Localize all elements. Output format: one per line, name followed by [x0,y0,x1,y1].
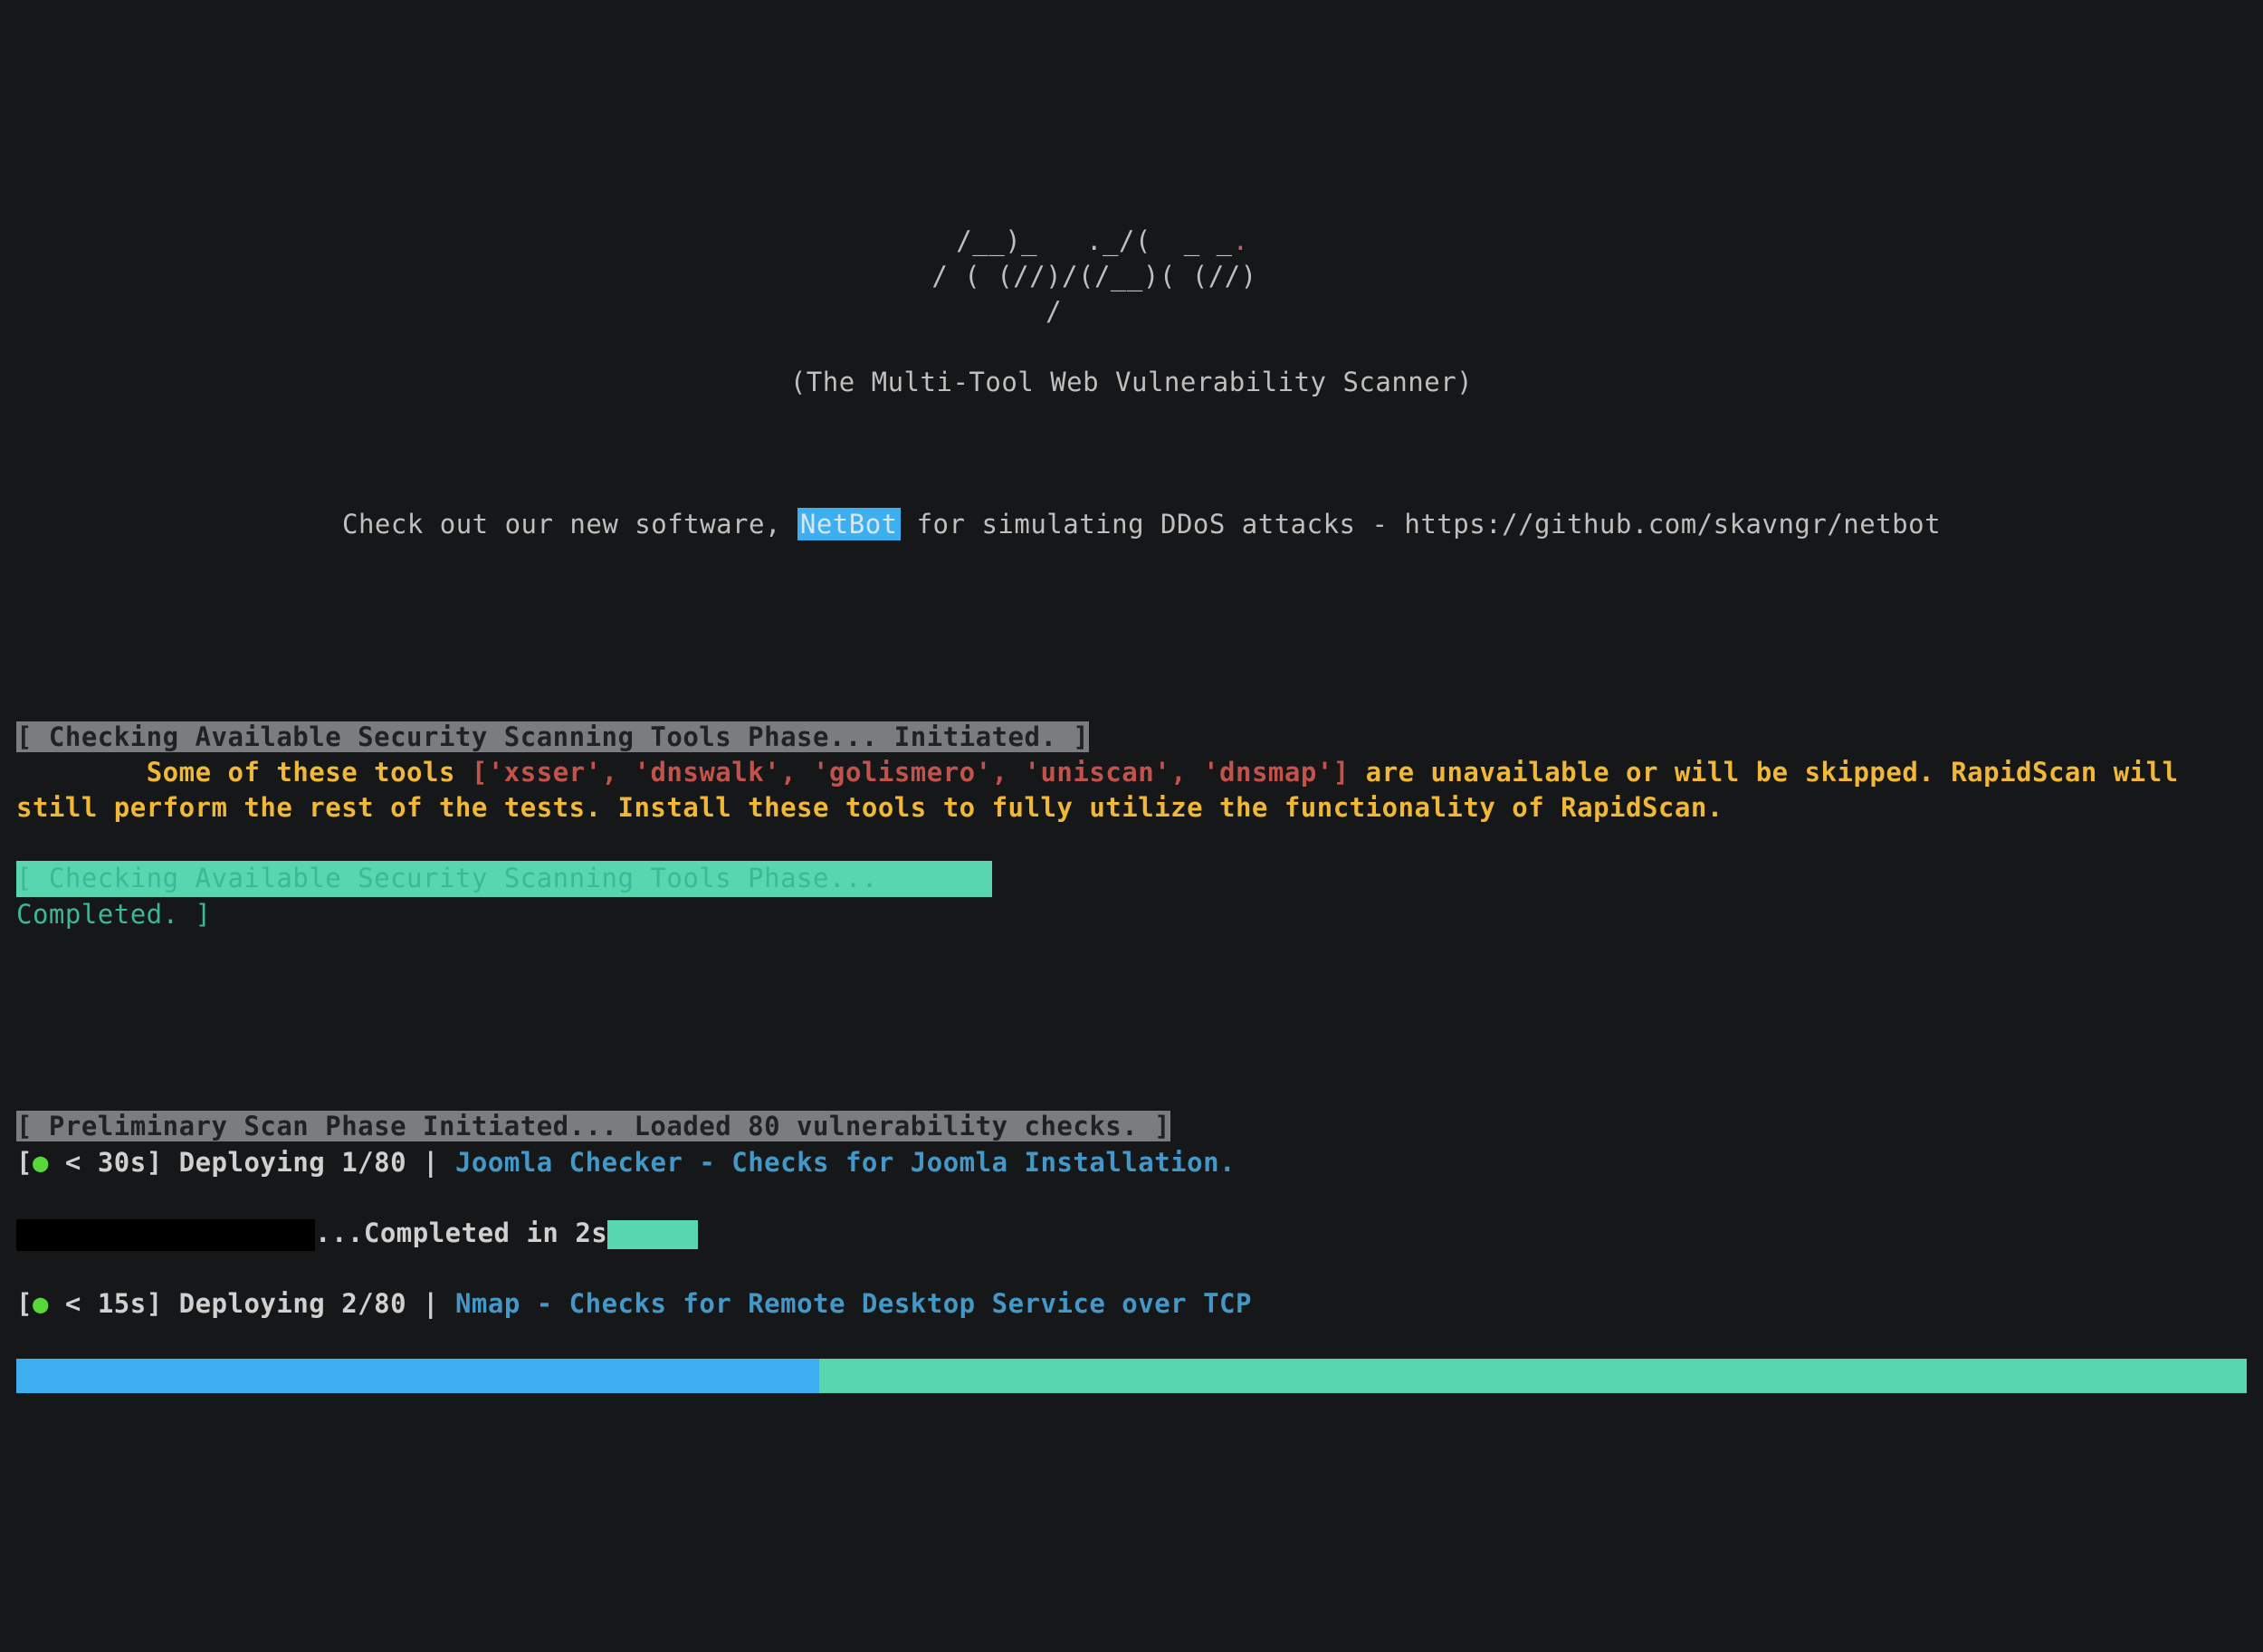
phase-banner-1: [ Checking Available Security Scanning T… [16,721,1089,752]
teal-block-icon [607,1220,698,1249]
progress-bar [16,1359,2247,1393]
ascii-logo: /__)_ ._/( _ _. / ( (//)/(/__)( (//) / [0,224,2247,329]
scan-line-1: [● < 30s] Deploying 1/80 | Joomla Checke… [16,1145,2247,1180]
phase-banner-1-done: [ Checking Available Security Scanning T… [16,861,992,896]
netbot-highlight: NetBot [797,508,901,540]
bullet-icon: ● [33,1147,49,1178]
tagline: (The Multi-Tool Web Vulnerability Scanne… [16,365,2247,400]
tools-warning: Some of these tools ['xsser', 'dnswalk',… [16,755,2247,826]
tool-name-2: Nmap [455,1288,520,1319]
scan-line-2: [● < 15s] Deploying 2/80 | Nmap - Checks… [16,1286,2247,1322]
progress-segment-blue [16,1359,819,1393]
phase-banner-2: [ Preliminary Scan Phase Initiated... Lo… [16,1111,1170,1141]
terminal-output: /__)_ ._/( _ _. / ( (//)/(/__)( (//) / (… [16,153,2247,1465]
dot-icon: . [1233,225,1249,256]
promo-line: Check out our new software, NetBot for s… [16,507,2247,542]
completed-line: ...Completed in 2s [16,1216,2247,1251]
black-box [16,1219,315,1251]
progress-segment-teal [819,1359,2247,1393]
tool-name-1: Joomla Checker [455,1147,683,1178]
bullet-icon: ● [33,1288,49,1319]
